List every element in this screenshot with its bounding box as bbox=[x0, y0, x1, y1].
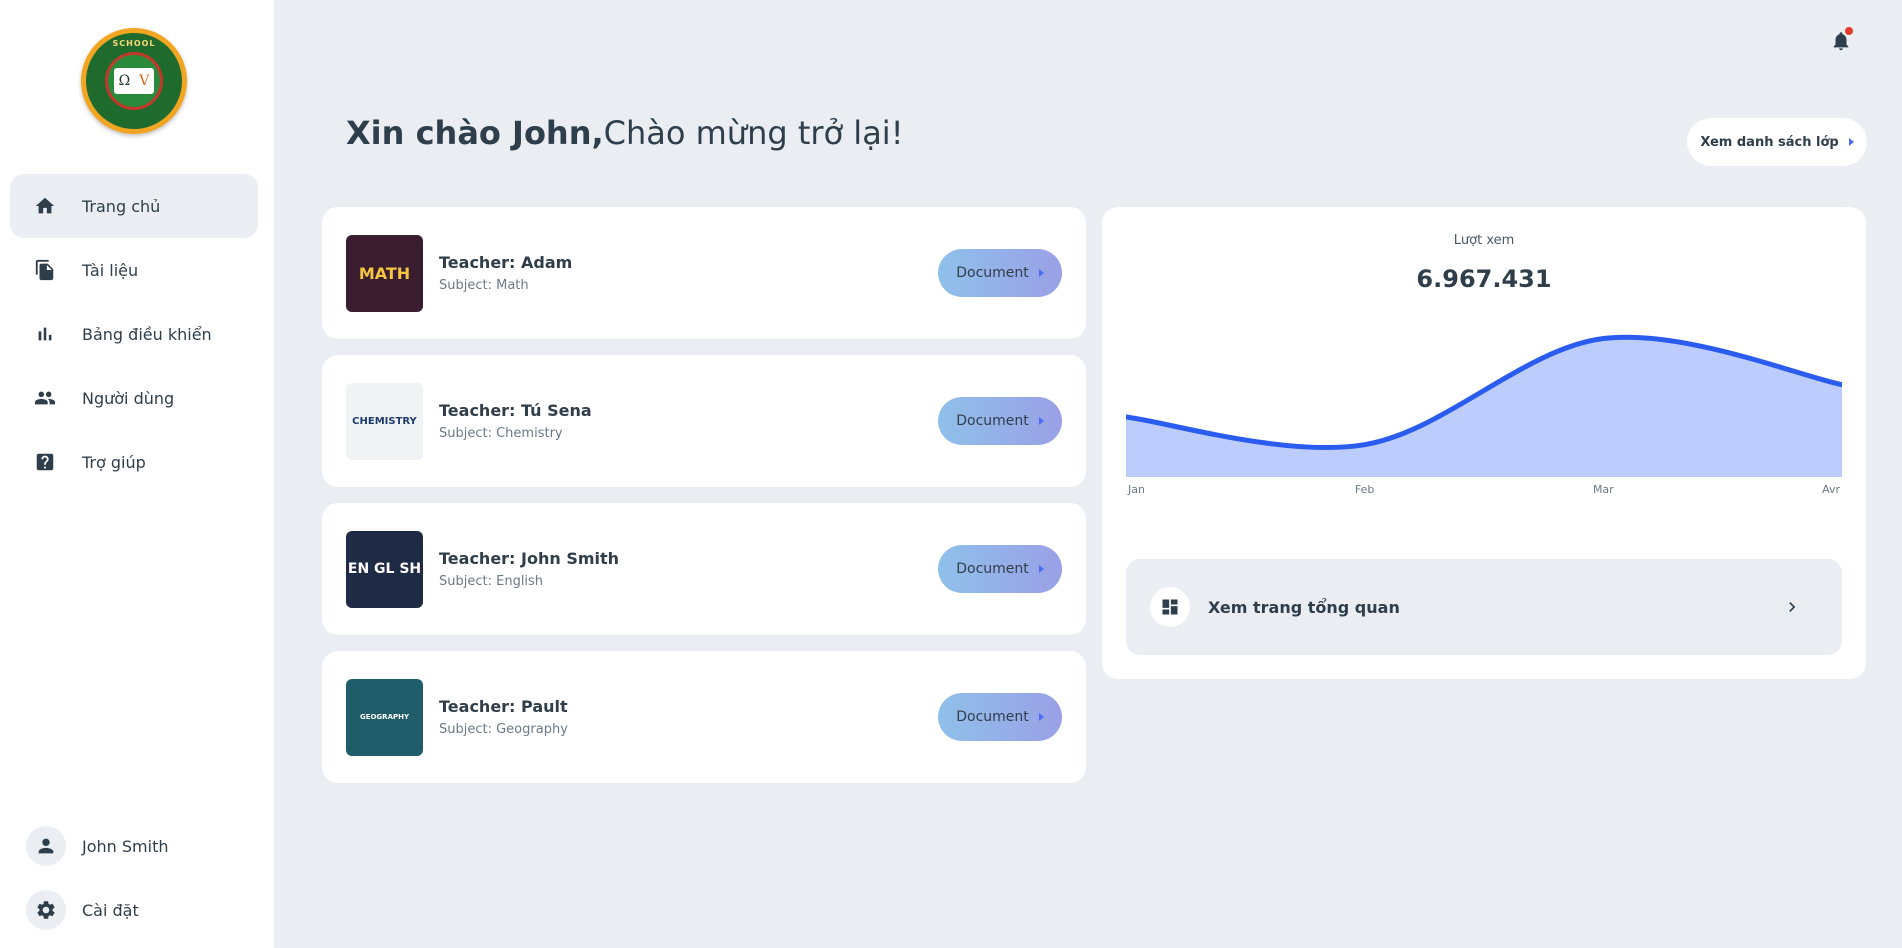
sidebar-item-label: Bảng điều khiển bbox=[82, 324, 212, 344]
views-label: Lượt xem bbox=[1453, 233, 1515, 248]
geography-thumbnail: GEOGRAPHY bbox=[346, 678, 423, 756]
teacher-card: CHEMISTRY Teacher: Tú Sena Subject: Chem… bbox=[322, 355, 1086, 487]
sidebar-item-label: Tài liệu bbox=[82, 260, 139, 280]
avatar-icon bbox=[26, 826, 66, 866]
logo-emblem: Ω V bbox=[105, 52, 163, 110]
caret-right-icon bbox=[1038, 417, 1044, 425]
bar-chart-icon bbox=[34, 323, 56, 345]
caret-right-icon bbox=[1848, 138, 1854, 146]
document-button[interactable]: Document bbox=[938, 397, 1062, 445]
notifications-button[interactable] bbox=[1830, 27, 1853, 56]
views-count: 6.967.431 bbox=[1416, 265, 1552, 293]
logo-text: SCHOOL bbox=[112, 39, 156, 48]
logo-glyph-v: V bbox=[139, 73, 150, 89]
teacher-card: GEOGRAPHY Teacher: Pault Subject: Geogra… bbox=[322, 651, 1086, 783]
teacher-card: EN GL SH Teacher: John Smith Subject: En… bbox=[322, 503, 1086, 635]
teacher-info: Teacher: John Smith Subject: English bbox=[439, 549, 619, 589]
teacher-name: Teacher: Adam bbox=[439, 253, 573, 272]
thumbnail-text: CHEMISTRY bbox=[352, 415, 417, 427]
chart-area bbox=[1126, 337, 1842, 477]
settings-label: Cài đặt bbox=[82, 900, 139, 920]
thumbnail-text: GEOGRAPHY bbox=[359, 713, 410, 721]
sidebar-item-home[interactable]: Trang chủ bbox=[10, 174, 258, 238]
notification-dot bbox=[1845, 27, 1853, 35]
greeting-message: Chào mừng trở lại! bbox=[603, 114, 904, 152]
sidebar-nav: Trang chủ Tài liệu Bảng điều khiển Người… bbox=[10, 174, 258, 494]
thumbnail-text: EN GL SH bbox=[347, 561, 422, 577]
school-logo[interactable]: SCHOOL Ω V bbox=[81, 28, 187, 134]
sidebar-item-help[interactable]: Trợ giúp bbox=[10, 430, 258, 494]
logo-glyph-omega: Ω bbox=[118, 73, 131, 89]
chemistry-thumbnail: CHEMISTRY bbox=[346, 382, 423, 460]
chart-x-tick-label: Jan bbox=[1127, 483, 1145, 496]
gear-icon bbox=[26, 890, 66, 930]
user-profile[interactable]: John Smith bbox=[26, 826, 256, 866]
sidebar-item-label: Người dùng bbox=[82, 388, 175, 408]
document-button[interactable]: Document bbox=[938, 693, 1062, 741]
teacher-list: MATH Teacher: Adam Subject: Math Documen… bbox=[322, 207, 1086, 799]
english-thumbnail: EN GL SH bbox=[346, 530, 423, 608]
logo-book: Ω V bbox=[114, 68, 154, 94]
teacher-info: Teacher: Tú Sena Subject: Chemistry bbox=[439, 401, 592, 441]
view-class-list-label: Xem danh sách lớp bbox=[1700, 134, 1839, 150]
sidebar-item-documents[interactable]: Tài liệu bbox=[10, 238, 258, 302]
document-button-label: Document bbox=[956, 561, 1029, 577]
teacher-info: Teacher: Adam Subject: Math bbox=[439, 253, 572, 293]
overview-link[interactable]: Xem trang tổng quan bbox=[1126, 559, 1842, 655]
subject-name: Subject: Geography bbox=[439, 722, 568, 737]
views-panel: Lượt xem 6.967.431 Jan Feb Mar Avr Xem tran… bbox=[1102, 207, 1866, 679]
dashboard-icon bbox=[1150, 587, 1190, 627]
document-button-label: Document bbox=[956, 709, 1029, 725]
caret-right-icon bbox=[1038, 565, 1044, 573]
logo-ring: SCHOOL Ω V bbox=[86, 33, 182, 129]
subject-name: Subject: Math bbox=[439, 278, 529, 293]
bell-icon bbox=[1830, 32, 1852, 56]
documents-icon bbox=[34, 259, 56, 281]
chart-x-tick-label: Mar bbox=[1593, 483, 1614, 496]
overview-label: Xem trang tổng quan bbox=[1208, 597, 1400, 617]
settings-item[interactable]: Cài đặt bbox=[26, 890, 256, 930]
views-chart: Jan Feb Mar Avr bbox=[1126, 334, 1842, 496]
math-thumbnail: MATH bbox=[346, 234, 423, 312]
sidebar-item-label: Trang chủ bbox=[82, 196, 161, 216]
home-icon bbox=[34, 195, 56, 217]
caret-right-icon bbox=[1038, 713, 1044, 721]
view-class-list-button[interactable]: Xem danh sách lớp bbox=[1687, 118, 1867, 166]
teacher-name: Teacher: Tú Sena bbox=[439, 401, 592, 420]
chevron-right-icon bbox=[1782, 597, 1802, 617]
thumbnail-text: MATH bbox=[358, 263, 411, 283]
subject-name: Subject: Chemistry bbox=[439, 426, 563, 441]
document-button[interactable]: Document bbox=[938, 249, 1062, 297]
teacher-name: Teacher: Pault bbox=[439, 697, 568, 716]
teacher-card: MATH Teacher: Adam Subject: Math Documen… bbox=[322, 207, 1086, 339]
chart-x-ticks: Jan Feb Mar Avr bbox=[1127, 483, 1840, 496]
sidebar-item-label: Trợ giúp bbox=[82, 452, 146, 472]
page-title: Xin chào John,Chào mừng trở lại! bbox=[346, 114, 904, 152]
sidebar-item-users[interactable]: Người dùng bbox=[10, 366, 258, 430]
user-name: John Smith bbox=[82, 836, 169, 856]
help-icon bbox=[34, 451, 56, 473]
document-button-label: Document bbox=[956, 265, 1029, 281]
chart-x-tick-label: Avr bbox=[1822, 483, 1840, 496]
sidebar-item-dashboard[interactable]: Bảng điều khiển bbox=[10, 302, 258, 366]
document-button-label: Document bbox=[956, 413, 1029, 429]
sidebar: SCHOOL Ω V Trang chủ Tài liệu Bảng điều … bbox=[0, 0, 274, 948]
subject-name: Subject: English bbox=[439, 574, 544, 589]
users-icon bbox=[34, 387, 56, 409]
greeting-name: Xin chào John, bbox=[346, 114, 604, 152]
chart-x-tick-label: Feb bbox=[1355, 483, 1374, 496]
caret-right-icon bbox=[1038, 269, 1044, 277]
teacher-name: Teacher: John Smith bbox=[439, 549, 620, 568]
document-button[interactable]: Document bbox=[938, 545, 1062, 593]
teacher-info: Teacher: Pault Subject: Geography bbox=[439, 697, 568, 737]
